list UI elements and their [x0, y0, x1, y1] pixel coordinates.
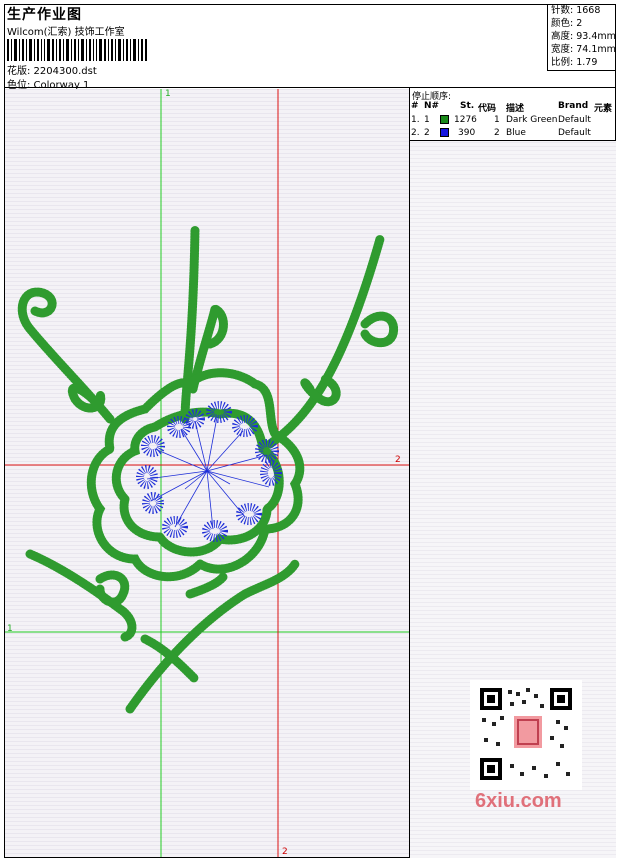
- row2-num: 2.: [411, 128, 420, 138]
- col-header-brand: Brand: [558, 101, 589, 111]
- design-file: 花版: 2204300.dst: [7, 66, 97, 77]
- row2-needle: 2: [424, 128, 430, 138]
- green-stitch-layer: [17, 224, 399, 714]
- row1-desc: Dark Green: [506, 115, 558, 125]
- guide-label-left-green: 1: [7, 624, 13, 634]
- row1-code: 1: [494, 115, 500, 125]
- guide-label-bottom-red: 2: [282, 847, 288, 857]
- guide-label-top-green: 1: [165, 89, 171, 99]
- qr-code: [470, 680, 582, 790]
- company-name: Wilcom(汇索) 技饰工作室: [7, 27, 125, 38]
- row1-color-swatch: [440, 115, 449, 124]
- row1-brand: Default: [558, 115, 591, 125]
- row1-st: 1276: [454, 115, 477, 125]
- col-header-element: 元素: [594, 104, 613, 114]
- row2-code: 2: [494, 128, 500, 138]
- embroidery-artwork: [5, 89, 409, 857]
- row1-needle: 1: [424, 115, 430, 125]
- stats-panel: 针数: 1668 颜色: 2 高度: 93.4mm 宽度: 74.1mm 比例:…: [547, 4, 616, 71]
- col-header-code: 代码: [478, 104, 497, 114]
- design-height: 高度: 93.4mm: [551, 31, 616, 42]
- design-scale: 比例: 1.79: [551, 57, 598, 68]
- col-header-desc: 描述: [506, 104, 525, 114]
- page-title: 生产作业图: [7, 7, 82, 23]
- row2-st: 390: [458, 128, 476, 138]
- row2-color-swatch: [440, 128, 449, 137]
- worksheet-header: 生产作业图 Wilcom(汇索) 技饰工作室 花版: 2204300.dst 色…: [4, 4, 616, 91]
- design-preview: 1 2 1 2: [5, 89, 409, 857]
- design-width: 宽度: 74.1mm: [551, 44, 616, 55]
- row2-brand: Default: [558, 128, 591, 138]
- stop-sequence-table: 停止顺序: # N# St. 代码 描述 Brand 元素 1. 1 1276 …: [410, 88, 616, 141]
- barcode: [7, 39, 147, 61]
- stitch-count: 针数: 1668: [551, 5, 601, 16]
- col-header-num: #: [411, 101, 419, 111]
- col-header-needle: N#: [424, 101, 440, 111]
- watermark-logo: 6xiu.com: [475, 790, 562, 812]
- guide-label-right-red: 2: [395, 455, 401, 465]
- col-header-st: St.: [460, 101, 475, 111]
- row1-num: 1.: [411, 115, 420, 125]
- row2-desc: Blue: [506, 128, 526, 138]
- color-count: 颜色: 2: [551, 18, 583, 29]
